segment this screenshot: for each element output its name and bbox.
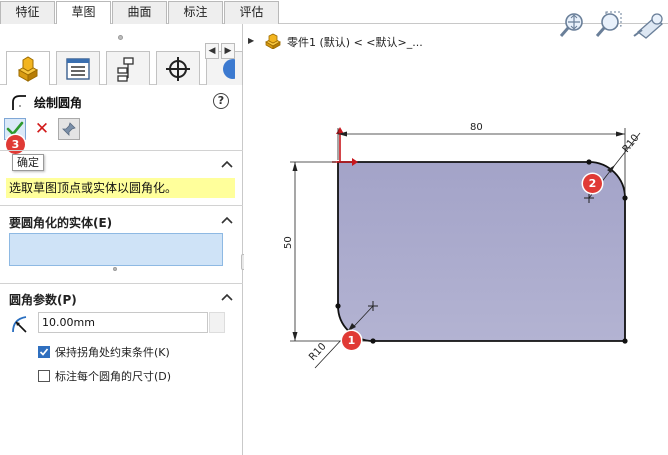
- message-box: 选取草图顶点或实体以圆角化。: [6, 178, 235, 198]
- section-label: 要圆角化的实体(E): [9, 216, 113, 230]
- entities-section-header[interactable]: 要圆角化的实体(E): [0, 210, 243, 232]
- keep-constraints-label: 保持拐角处约束条件(K): [55, 346, 170, 359]
- tab-markup[interactable]: 标注: [168, 1, 223, 24]
- fillet-radius-input[interactable]: [38, 312, 208, 333]
- crosshair-icon: [166, 56, 190, 81]
- sketch-fillet-icon: [12, 95, 26, 110]
- step-badge-1: 1: [342, 331, 361, 350]
- tab-sketch[interactable]: 草图: [56, 1, 111, 25]
- feature-manager-tab[interactable]: [6, 51, 50, 85]
- fillet-radius-icon: [12, 316, 27, 333]
- display-sphere-icon: [222, 58, 235, 79]
- scroll-right-arrow[interactable]: ▶: [221, 43, 235, 59]
- divider: [0, 205, 243, 206]
- dimxpert-manager-tab[interactable]: [156, 51, 200, 85]
- sketch-profile[interactable]: [337, 161, 626, 342]
- width-dimension-text[interactable]: 80: [470, 122, 483, 133]
- section-label: 圆角参数(P): [9, 293, 77, 307]
- fillet-dimension-top-right-text[interactable]: R10: [621, 133, 642, 155]
- part-icon: [17, 55, 39, 82]
- scroll-left-arrow[interactable]: ◀: [205, 43, 219, 59]
- page-title: 绘制圆角: [34, 96, 83, 110]
- keep-constraints-checkbox[interactable]: [38, 346, 50, 358]
- checkmark-icon: [39, 348, 49, 356]
- chevron-up-icon[interactable]: [220, 158, 234, 172]
- cancel-button[interactable]: ✕: [33, 118, 51, 140]
- pin-button[interactable]: [58, 118, 80, 140]
- panel-resize-grip[interactable]: [118, 35, 123, 40]
- list-icon: [66, 57, 90, 80]
- property-manager-header: 绘制圆角 ?: [0, 90, 243, 112]
- help-icon[interactable]: ?: [213, 93, 229, 109]
- list-resize-grip[interactable]: [113, 267, 117, 271]
- pushpin-icon: [62, 122, 76, 136]
- tab-evaluate[interactable]: 评估: [224, 1, 279, 24]
- chevron-up-icon[interactable]: [220, 291, 234, 305]
- fillet-dimension-bottom-left-text[interactable]: R10: [307, 341, 328, 363]
- dimension-each-label: 标注每个圆角的尺寸(D): [55, 370, 172, 383]
- configuration-manager-tab[interactable]: [106, 51, 150, 85]
- divider: [0, 283, 243, 284]
- tree-icon: [117, 56, 134, 82]
- dimension-each-checkbox[interactable]: [38, 370, 50, 382]
- divider: [0, 150, 243, 151]
- step-badge-2: 2: [583, 174, 602, 193]
- entities-selection-box[interactable]: [9, 233, 223, 266]
- dimension-each-option[interactable]: 标注每个圆角的尺寸(D): [38, 368, 171, 384]
- tab-surfaces[interactable]: 曲面: [112, 1, 167, 24]
- ok-tooltip: 确定: [12, 154, 44, 171]
- chevron-up-icon[interactable]: [220, 214, 234, 228]
- radius-spinner[interactable]: [209, 312, 225, 333]
- step-badge-3: 3: [6, 135, 25, 154]
- params-section-header[interactable]: 圆角参数(P): [0, 287, 243, 309]
- height-dimension-text[interactable]: 50: [283, 236, 294, 249]
- property-manager-tab[interactable]: [56, 51, 100, 85]
- keep-constraints-option[interactable]: 保持拐角处约束条件(K): [38, 344, 170, 360]
- sketch-canvas[interactable]: 80 50 R10 R10: [244, 24, 668, 455]
- tab-features[interactable]: 特征: [0, 1, 55, 24]
